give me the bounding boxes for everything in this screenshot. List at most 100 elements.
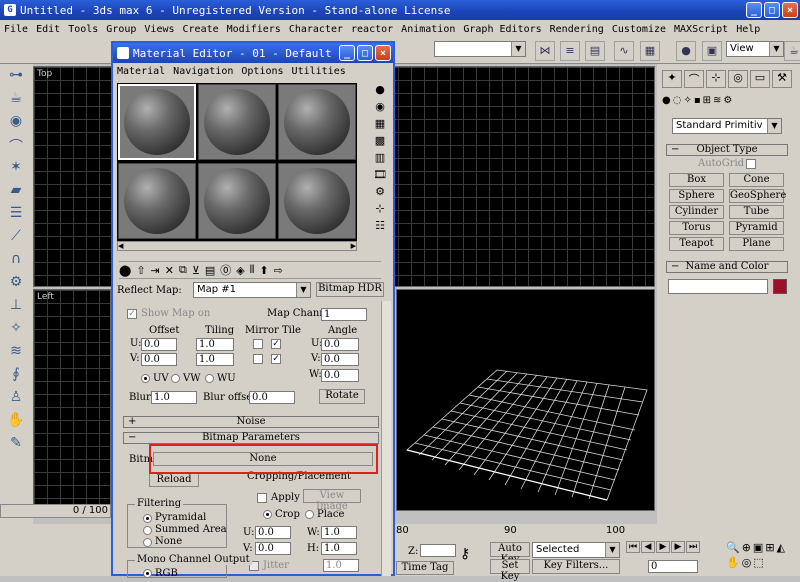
copy-material-icon[interactable]: ⧉	[179, 263, 187, 277]
menu-modifiers[interactable]: Modifiers	[223, 24, 285, 35]
pyramidal-radio[interactable]	[143, 514, 152, 523]
menu-edit[interactable]: Edit	[32, 24, 64, 35]
lights-icon[interactable]: ✧	[683, 95, 691, 111]
background-icon[interactable]: ▦	[375, 117, 385, 130]
object-type-rollout[interactable]: − Object Type	[666, 144, 788, 156]
mw-menu-material[interactable]: Material	[113, 66, 169, 77]
menu-reactor[interactable]: reactor	[347, 24, 397, 35]
perspective-viewport[interactable]	[396, 289, 655, 511]
gear-icon[interactable]: ⚙	[4, 274, 28, 294]
go-to-end-icon[interactable]: ⏭	[686, 541, 700, 553]
magnet-icon[interactable]: ∩	[4, 251, 28, 271]
plane-button[interactable]: Plane	[729, 237, 784, 251]
menu-rendering[interactable]: Rendering	[546, 24, 608, 35]
mw-menu-navigation[interactable]: Navigation	[169, 66, 237, 77]
offset-v-input[interactable]: 0.0	[141, 353, 177, 366]
mw-minimize-button[interactable]: _	[339, 45, 355, 61]
go-to-start-icon[interactable]: ⏮	[626, 541, 640, 553]
menu-views[interactable]: Views	[140, 24, 178, 35]
cylinder-button[interactable]: Cylinder	[669, 205, 724, 219]
reset-map-icon[interactable]: ✕	[165, 264, 174, 277]
close-button[interactable]: ×	[782, 2, 798, 18]
mirror-u-checkbox[interactable]	[253, 339, 263, 349]
primitive-category-dropdown[interactable]: Standard Primitiv ▼	[672, 118, 782, 134]
slots-scrollbar[interactable]: ◀ ▶	[117, 241, 357, 251]
bone-icon[interactable]: ⟋	[4, 228, 28, 248]
biped-icon[interactable]: ♙	[4, 389, 28, 409]
cylinder-icon[interactable]: ☰	[4, 205, 28, 225]
object-name-input[interactable]	[668, 279, 768, 294]
tiling-u-input[interactable]: 1.0	[196, 338, 234, 351]
video-color-icon[interactable]: ▥	[375, 151, 385, 164]
curve-editor-icon[interactable]: ∿	[614, 41, 634, 61]
mw-menu-utilities[interactable]: Utilities	[288, 66, 350, 77]
menu-tools[interactable]: Tools	[64, 24, 102, 35]
utilities-tab-icon[interactable]: ⚒	[772, 70, 792, 88]
rotate-button[interactable]: Rotate	[319, 389, 365, 404]
show-map-icon[interactable]: ◈	[236, 264, 244, 277]
geosphere-button[interactable]: GeoSphere	[729, 189, 786, 203]
angle-w-input[interactable]: 0.0	[321, 369, 359, 382]
tile-u-checkbox[interactable]: ✓	[271, 339, 281, 349]
box-icon[interactable]: ▰	[4, 182, 28, 202]
uv-radio[interactable]	[141, 374, 150, 383]
object-color-swatch[interactable]	[773, 279, 787, 294]
place-radio[interactable]	[305, 510, 314, 519]
select-by-material-icon[interactable]: ⊹	[375, 202, 384, 215]
mw-menu-options[interactable]: Options	[237, 66, 287, 77]
maximize-viewport-icon[interactable]: ⬚	[753, 556, 763, 569]
bitmap-params-rollout[interactable]: − Bitmap Parameters	[123, 432, 379, 444]
tiling-v-input[interactable]: 1.0	[196, 353, 234, 366]
selection-set-combo[interactable]: Selected ▼	[532, 542, 620, 558]
wu-radio[interactable]	[205, 374, 214, 383]
crop-u-input[interactable]: 0.0	[255, 526, 291, 539]
assign-material-icon[interactable]: ⇥	[151, 264, 160, 277]
put-to-scene-icon[interactable]: ⇧	[136, 264, 145, 277]
play-icon[interactable]: ▶	[656, 541, 670, 553]
named-selection-combo[interactable]: ▼	[434, 41, 526, 57]
helpers-icon[interactable]: ⊞	[703, 95, 711, 111]
maximize-button[interactable]: □	[764, 2, 780, 18]
sample-type-icon[interactable]: ●	[375, 83, 385, 96]
menu-maxscript[interactable]: MAXScript	[670, 24, 732, 35]
schematic-icon[interactable]: ▦	[640, 41, 660, 61]
sample-slot[interactable]	[118, 163, 196, 239]
box-button[interactable]: Box	[669, 173, 724, 187]
time-slider[interactable]: 0 / 100	[0, 504, 111, 518]
view-image-button[interactable]: View Image	[303, 489, 361, 512]
uv-tiling-icon[interactable]: ▩	[375, 134, 385, 147]
rgb-radio[interactable]	[143, 569, 152, 578]
sample-slot[interactable]	[278, 163, 356, 239]
autogrid-checkbox[interactable]	[746, 159, 756, 169]
fov-icon[interactable]: ◭	[777, 541, 785, 554]
mirror-icon[interactable]: ⋈	[535, 41, 555, 61]
get-material-icon[interactable]: ⬤	[119, 264, 131, 277]
map-channel-input[interactable]: 1	[321, 308, 367, 321]
menu-animation[interactable]: Animation	[397, 24, 459, 35]
cameras-icon[interactable]: ▪	[694, 95, 701, 111]
crop-h-input[interactable]: 1.0	[321, 542, 357, 555]
pin-icon[interactable]: ⊥	[4, 297, 28, 317]
render-scene-icon[interactable]: ▣	[702, 41, 722, 61]
zoom-extents-icon[interactable]: ▣	[753, 541, 763, 554]
set-key-button[interactable]: Set Key	[490, 559, 530, 582]
hierarchy-tab-icon[interactable]: ⊹	[706, 70, 726, 88]
prev-frame-icon[interactable]: ◀	[641, 541, 655, 553]
angle-u-input[interactable]: 0.0	[321, 338, 359, 351]
layer-icon[interactable]: ▤	[585, 41, 605, 61]
go-forward-icon[interactable]: ⇨	[274, 264, 283, 277]
key-filters-button[interactable]: Key Filters...	[532, 559, 620, 574]
material-editor-icon[interactable]: ●	[676, 41, 696, 61]
display-tab-icon[interactable]: ▭	[750, 70, 770, 88]
current-frame-input[interactable]: 0	[648, 560, 698, 573]
put-library-icon[interactable]: ▤	[205, 264, 215, 277]
show-end-result-icon[interactable]: ⫴	[250, 263, 255, 277]
key-icon[interactable]: ⚷	[460, 546, 470, 562]
crop-v-input[interactable]: 0.0	[255, 542, 291, 555]
sample-slot[interactable]	[118, 84, 196, 160]
spacewarps-icon[interactable]: ≋	[713, 95, 721, 111]
shapes-icon[interactable]: ◌	[673, 95, 682, 111]
menu-create[interactable]: Create	[179, 24, 223, 35]
align-icon[interactable]: ≡	[560, 41, 580, 61]
auto-key-button[interactable]: Auto Key	[490, 542, 530, 565]
